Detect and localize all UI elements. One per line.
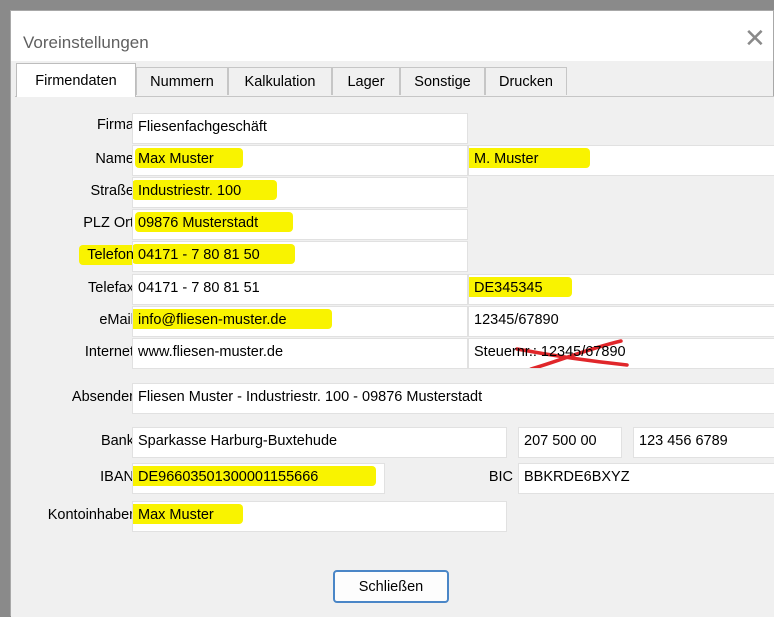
telefax-field[interactable]: 04171 - 7 80 81 51 xyxy=(132,274,468,305)
steuernr-field-crossed[interactable]: Steuernr.: 12345/67890 xyxy=(468,338,774,369)
tab-firmendaten[interactable]: Firmendaten xyxy=(16,63,136,97)
close-button[interactable]: Schließen xyxy=(333,570,449,603)
label-firma: Firma xyxy=(96,117,134,133)
plz-ort-field[interactable]: 09876 Musterstadt xyxy=(132,209,468,240)
strasse-field[interactable]: Industriestr. 100 xyxy=(132,177,468,208)
telefon-field[interactable]: 04171 - 7 80 81 50 xyxy=(132,241,468,272)
ust-id-field[interactable]: DE345345 xyxy=(468,274,774,305)
label-telefax: Telefax xyxy=(88,280,134,296)
tab-panel-firmendaten: Firma Fliesenfachgeschäft Name Max Muste… xyxy=(15,96,774,557)
dialog-title: Voreinstellungen xyxy=(23,33,149,52)
label-plz-ort: PLZ Ort xyxy=(83,215,134,231)
tab-label: Kalkulation xyxy=(244,73,316,90)
label-strasse: Straße xyxy=(90,183,134,199)
label-bank: Bank xyxy=(100,433,134,449)
label-telefon: Telefon xyxy=(79,245,160,265)
tab-nummern[interactable]: Nummern xyxy=(136,67,228,95)
tab-label: Lager xyxy=(347,73,385,90)
label-absender: Absender xyxy=(71,389,134,405)
tab-kalkulation[interactable]: Kalkulation xyxy=(228,67,332,95)
kontonummer-field[interactable]: 123 456 6789 xyxy=(633,427,774,458)
absender-field[interactable]: Fliesen Muster - Industriestr. 100 - 098… xyxy=(132,383,774,414)
bank-field[interactable]: Sparkasse Harburg-Buxtehude xyxy=(132,427,507,458)
tab-label: Drucken xyxy=(499,73,553,90)
title-bar: Voreinstellungen ✕ xyxy=(11,11,773,61)
label-email: eMail xyxy=(99,312,134,328)
firma-field[interactable]: Fliesenfachgeschäft xyxy=(132,113,468,144)
email-field[interactable]: info@fliesen-muster.de xyxy=(132,306,468,337)
kontoinhaber-field[interactable]: Max Muster xyxy=(132,501,507,532)
iban-field[interactable]: DE96603501300001155666 xyxy=(132,463,385,494)
settings-dialog: Voreinstellungen ✕ Firmendaten Nummern K… xyxy=(10,10,774,617)
tab-label: Nummern xyxy=(150,73,214,90)
tab-lager[interactable]: Lager xyxy=(332,67,400,95)
short-name-field[interactable]: M. Muster xyxy=(468,145,774,176)
label-iban: IBAN xyxy=(100,469,134,485)
internet-field[interactable]: www.fliesen-muster.de xyxy=(132,338,468,369)
steuernummer-field[interactable]: 12345/67890 xyxy=(468,306,774,337)
label-internet: Internet xyxy=(84,344,134,360)
bic-field[interactable]: BBKRDE6BXYZ xyxy=(518,463,774,494)
close-icon[interactable]: ✕ xyxy=(744,25,766,51)
tab-drucken[interactable]: Drucken xyxy=(485,67,567,95)
tab-label: Firmendaten xyxy=(35,72,117,89)
label-kontoinhaber: Kontoinhaber xyxy=(47,507,134,523)
blz-field[interactable]: 207 500 00 xyxy=(518,427,622,458)
label-name: Name xyxy=(95,151,134,167)
name-field[interactable]: Max Muster xyxy=(132,145,468,176)
tab-label: Sonstige xyxy=(414,73,471,90)
dialog-footer: Schließen xyxy=(11,557,774,617)
tab-sonstige[interactable]: Sonstige xyxy=(400,67,485,95)
label-bic: BIC xyxy=(488,469,513,485)
close-button-label: Schließen xyxy=(358,578,424,595)
